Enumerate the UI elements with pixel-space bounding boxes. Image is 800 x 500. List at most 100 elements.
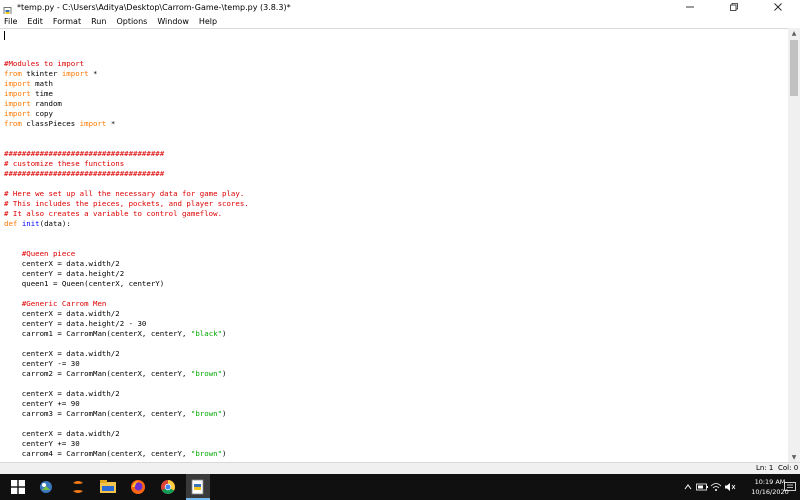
code-token: import	[4, 99, 31, 108]
code-line: import copy	[4, 109, 249, 119]
code-token: # customize these functions	[4, 159, 125, 168]
code-token: math	[30, 79, 53, 88]
code-token: import	[4, 79, 31, 88]
window-title: *temp.py - C:\Users\Aditya\Desktop\Carro…	[17, 2, 291, 12]
code-line: # It also creates a variable to control …	[4, 209, 249, 219]
vertical-scrollbar[interactable]: ▲ ▼	[788, 28, 800, 462]
code-token: # It also creates a variable to control …	[4, 209, 223, 218]
code-token: time	[30, 89, 53, 98]
code-token: )	[222, 369, 227, 378]
menu-run[interactable]: Run	[87, 17, 106, 26]
code-token: #Generic Carrom Men	[21, 299, 107, 308]
code-line: #Queen piece	[4, 249, 249, 259]
menu-window[interactable]: Window	[153, 17, 189, 26]
code-line: #Modules to import	[4, 59, 249, 69]
notifications-icon[interactable]	[780, 477, 800, 497]
code-line: centerX = data.width/2	[4, 259, 249, 269]
code-token: init	[21, 219, 40, 228]
code-token: *	[88, 69, 98, 78]
code-line: ####################################	[4, 169, 249, 179]
code-line: centerX = data.width/2	[4, 389, 249, 399]
code-token: carrom3 = CarromMan(centerX, centerY,	[4, 409, 191, 418]
code-line: centerX = data.width/2	[4, 309, 249, 319]
menu-help[interactable]: Help	[195, 17, 217, 26]
code-token: centerX = data.width/2	[4, 349, 120, 358]
code-token: #Modules to import	[4, 59, 85, 68]
code-token: *	[106, 119, 116, 128]
code-token: )	[222, 329, 227, 338]
code-line: centerY = data.height/2 - 30	[4, 319, 249, 329]
code-token: classPieces	[21, 119, 80, 128]
code-text[interactable]: #Modules to import from tkinter import * i…	[4, 49, 249, 462]
code-line: # Here we set up all the necessary data …	[4, 189, 249, 199]
code-token: )	[222, 449, 227, 458]
code-token: import	[79, 119, 107, 128]
menu-edit[interactable]: Edit	[23, 17, 43, 26]
code-token: import	[61, 69, 89, 78]
menu-options[interactable]: Options	[112, 17, 147, 26]
column-number: Col: 0	[778, 464, 799, 472]
code-editor[interactable]: #Modules to import from tkinter import * i…	[0, 28, 788, 462]
code-line: carrom2 = CarromMan(centerX, centerY, "b…	[4, 369, 249, 379]
scroll-down-icon[interactable]: ▼	[788, 452, 800, 462]
code-line: centerX = data.width/2	[4, 429, 249, 439]
close-button[interactable]	[756, 0, 800, 14]
chrome-icon[interactable]	[158, 477, 178, 497]
code-token: "black"	[190, 329, 223, 338]
code-token: tkinter	[21, 69, 62, 78]
minimize-icon	[686, 6, 694, 8]
code-token: centerY += 90	[4, 399, 80, 408]
menu-format[interactable]: Format	[49, 17, 81, 26]
code-line: import math	[4, 79, 249, 89]
code-token: ####################################	[4, 169, 165, 178]
app-orange-icon[interactable]	[68, 477, 88, 497]
line-number: Ln: 1	[756, 464, 774, 472]
code-line: ####################################	[4, 149, 249, 159]
code-line: from classPieces import *	[4, 119, 249, 129]
menu-bar: File Edit Format Run Options Window Help	[0, 14, 800, 28]
code-token: "brown"	[190, 409, 223, 418]
code-token: "brown"	[190, 449, 223, 458]
menu-file[interactable]: File	[0, 17, 17, 26]
code-token: centerY = data.height/2	[4, 269, 125, 278]
firefox-icon[interactable]	[128, 477, 148, 497]
code-line: carrom3 = CarromMan(centerX, centerY, "b…	[4, 409, 249, 419]
idle-python-icon[interactable]	[188, 477, 208, 497]
code-line: import random	[4, 99, 249, 109]
code-line: import time	[4, 89, 249, 99]
code-line: queen1 = Queen(centerX, centerY)	[4, 279, 249, 289]
code-token: centerX = data.width/2	[4, 309, 120, 318]
maximize-button[interactable]	[712, 0, 756, 14]
code-line: from tkinter import *	[4, 69, 249, 79]
code-token: import	[4, 109, 31, 118]
code-token: carrom2 = CarromMan(centerX, centerY,	[4, 369, 191, 378]
start-icon[interactable]	[8, 477, 28, 497]
restore-icon	[730, 3, 738, 11]
code-line: # This includes the pieces, pockets, and…	[4, 199, 249, 209]
code-token: centerX = data.width/2	[4, 429, 120, 438]
status-bar: Ln: 1 Col: 0	[0, 462, 800, 474]
scrollbar-thumb[interactable]	[790, 40, 798, 96]
code-token: queen1 = Queen(centerX, centerY)	[4, 279, 165, 288]
code-line: centerY = data.height/2	[4, 269, 249, 279]
minimize-button[interactable]	[668, 0, 712, 14]
code-token: # Here we set up all the necessary data …	[4, 189, 245, 198]
scroll-up-icon[interactable]: ▲	[788, 28, 800, 38]
code-line: def init(data):	[4, 219, 249, 229]
code-line: #Generic Carrom Men	[4, 299, 249, 309]
file-explorer-icon[interactable]	[98, 477, 118, 497]
code-token: import	[4, 89, 31, 98]
code-token: random	[30, 99, 62, 108]
search-icon[interactable]	[36, 477, 56, 497]
code-line: centerX = data.width/2	[4, 349, 249, 359]
volume-mute-icon[interactable]	[720, 477, 740, 497]
code-token: # This includes the pieces, pockets, and…	[4, 199, 249, 208]
